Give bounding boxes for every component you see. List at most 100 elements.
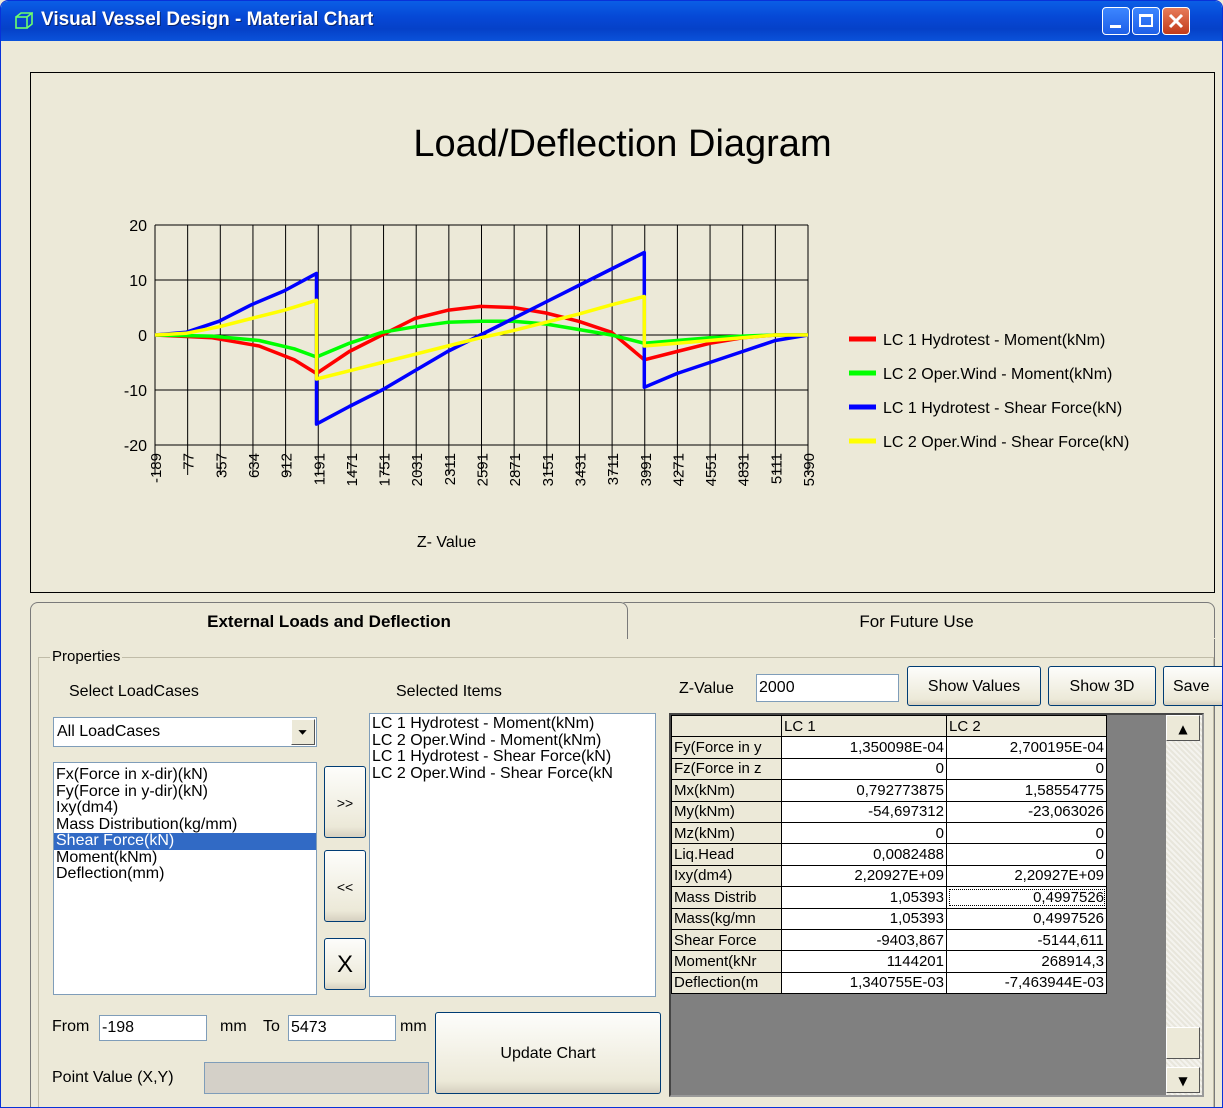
properties-label: Properties: [50, 648, 123, 665]
table-cell[interactable]: 1,340755E-03: [781, 971, 947, 995]
table-cell[interactable]: 1144201: [781, 950, 947, 973]
x-tick-label: 3431: [572, 453, 589, 486]
zvalue-input[interactable]: [756, 674, 899, 702]
scroll-up-icon: ▲: [1178, 722, 1188, 736]
load-deflection-chart: 20 10 0 -10 -20-189 77 357 634 912 1191 1471 1751 20…: [124, 218, 1129, 551]
selected-item[interactable]: LC 1 Hydrotest - Shear Force(kN): [370, 749, 655, 766]
row-header: Mass(kg/mn: [671, 907, 782, 930]
loadcase-dropdown[interactable]: All LoadCases: [53, 717, 317, 747]
table-cell[interactable]: 2,20927E+09: [781, 864, 947, 888]
available-item[interactable]: Moment(kNm): [54, 850, 316, 867]
available-item[interactable]: Shear Force(kN): [54, 833, 316, 850]
table-cell[interactable]: 0: [781, 757, 947, 781]
table-row: Mz(kNm) 0 0: [671, 821, 1107, 845]
row-header: Liq.Head: [671, 843, 782, 866]
title-bar[interactable]: Visual Vessel Design - Material Chart: [1, 1, 1222, 41]
x-tick-label: 3991: [638, 453, 655, 486]
available-item[interactable]: Fy(Force in y-dir)(kN): [54, 784, 316, 801]
table-cell[interactable]: 268914,3: [946, 950, 1107, 973]
table-cell[interactable]: 0,4997526: [946, 907, 1107, 930]
column-header[interactable]: LC 1: [781, 715, 947, 738]
column-header[interactable]: [671, 715, 782, 738]
scroll-up-button[interactable]: ▲: [1166, 715, 1200, 741]
available-items-list[interactable]: Fx(Force in x-dir)(kN) Fy(Force in y-dir)…: [53, 762, 317, 995]
selected-item[interactable]: LC 2 Oper.Wind - Moment(kNm): [370, 733, 655, 750]
from-label: From: [52, 1018, 90, 1035]
table-cell[interactable]: 0: [781, 821, 947, 845]
table-cell[interactable]: 0: [946, 843, 1107, 866]
x-tick-label: 1471: [344, 453, 361, 486]
x-tick-label: 77: [181, 453, 198, 470]
save-button[interactable]: Save: [1163, 666, 1222, 706]
x-axis-title: Z- Value: [417, 534, 476, 551]
loadcase-dropdown-value: All LoadCases: [57, 723, 161, 740]
selected-items-list[interactable]: LC 1 Hydrotest - Moment(kNm) LC 2 Oper.Wi…: [369, 713, 656, 997]
available-item[interactable]: Mass Distribution(kg/mm): [54, 817, 316, 834]
table-cell[interactable]: -9403,867: [781, 928, 947, 952]
table-row: Deflection(m 1,340755E-03 -7,463944E-03: [671, 971, 1107, 995]
values-table: LC 1 LC 2 Fy(Force in y 1,350098E-04 2,70019…: [671, 715, 1107, 995]
selected-item[interactable]: LC 2 Oper.Wind - Shear Force(kN: [370, 766, 655, 783]
table-cell[interactable]: 0: [946, 757, 1107, 781]
table-cell[interactable]: 1,58554775: [946, 779, 1107, 802]
table-row: Ixy(dm4) 2,20927E+09 2,20927E+09: [671, 864, 1107, 888]
scroll-thumb[interactable]: [1166, 1027, 1200, 1059]
maximize-button[interactable]: [1132, 7, 1160, 35]
table-row: Moment(kNr 1144201 268914,3: [671, 950, 1107, 973]
scroll-down-button[interactable]: ▼: [1166, 1067, 1200, 1093]
show-values-button[interactable]: Show Values: [907, 666, 1041, 706]
point-value-field: [204, 1062, 429, 1094]
table-cell[interactable]: -5144,611: [946, 928, 1107, 952]
x-tick-label: 634: [246, 453, 263, 478]
dropdown-button[interactable]: [291, 719, 315, 745]
tab-external-loads[interactable]: External Loads and Deflection: [30, 602, 628, 642]
table-cell[interactable]: -23,063026: [946, 800, 1107, 823]
window-title: Visual Vessel Design - Material Chart: [41, 9, 374, 30]
table-cell[interactable]: 2,20927E+09: [946, 864, 1107, 888]
column-header[interactable]: LC 2: [946, 715, 1107, 738]
table-cell[interactable]: 1,350098E-04: [781, 736, 947, 759]
x-tick-label: 2031: [409, 453, 426, 486]
maximize-icon: [1139, 14, 1153, 27]
table-cell[interactable]: -7,463944E-03: [946, 971, 1107, 995]
available-item[interactable]: Fx(Force in x-dir)(kN): [54, 767, 316, 784]
table-cell[interactable]: 2,700195E-04: [946, 736, 1107, 759]
chart-panel: Load/Deflection Diagram 20 10 0 -10 -20 -189 7…: [30, 72, 1215, 593]
close-button[interactable]: [1162, 7, 1190, 35]
table-cell[interactable]: 0,4997526: [946, 886, 1107, 909]
x-tick-label: 1751: [377, 453, 394, 486]
clear-items-button[interactable]: X: [324, 938, 366, 990]
minimize-button[interactable]: [1102, 7, 1130, 35]
legend-label: LC 2 Oper.Wind - Moment(kNm): [883, 366, 1112, 383]
table-cell[interactable]: -54,697312: [781, 800, 947, 823]
values-grid[interactable]: LC 1 LC 2 Fy(Force in y 1,350098E-04 2,70019…: [669, 713, 1204, 1097]
row-header: Ixy(dm4): [671, 864, 782, 888]
available-item[interactable]: Ixy(dm4): [54, 800, 316, 817]
x-tick-label: 5390: [801, 453, 818, 486]
x-tick-label: 357: [213, 453, 230, 478]
selected-item[interactable]: LC 1 Hydrotest - Moment(kNm): [370, 716, 655, 733]
to-input[interactable]: [288, 1015, 396, 1041]
show-3d-button[interactable]: Show 3D: [1048, 666, 1156, 706]
table-cell[interactable]: 1,05393: [781, 907, 947, 930]
from-unit-label: mm: [220, 1018, 247, 1035]
add-item-button[interactable]: >>: [324, 766, 366, 838]
remove-item-button[interactable]: <<: [324, 850, 366, 922]
x-tick-label: 3151: [540, 453, 557, 486]
table-cell[interactable]: 0: [946, 821, 1107, 845]
row-header: Mx(kNm): [671, 779, 782, 802]
available-item[interactable]: Deflection(mm): [54, 866, 316, 883]
table-row: Fy(Force in y 1,350098E-04 2,700195E-04: [671, 736, 1107, 759]
x-tick-label: 2591: [475, 453, 492, 486]
table-row: Fz(Force in z00: [671, 757, 1107, 781]
update-chart-button[interactable]: Update Chart: [435, 1012, 661, 1094]
from-input[interactable]: [99, 1015, 207, 1041]
tab-for-future-use[interactable]: For Future Use: [618, 602, 1215, 638]
table-cell[interactable]: 1,05393: [781, 886, 947, 909]
table-cell[interactable]: 0,792773875: [781, 779, 947, 802]
x-tick-label: 2871: [507, 453, 524, 486]
table-cell[interactable]: 0,0082488: [781, 843, 947, 866]
row-header: Moment(kNr: [671, 950, 782, 973]
point-value-label: Point Value (X,Y): [52, 1069, 174, 1086]
grid-scrollbar[interactable]: ▲ ▼: [1166, 715, 1202, 1095]
